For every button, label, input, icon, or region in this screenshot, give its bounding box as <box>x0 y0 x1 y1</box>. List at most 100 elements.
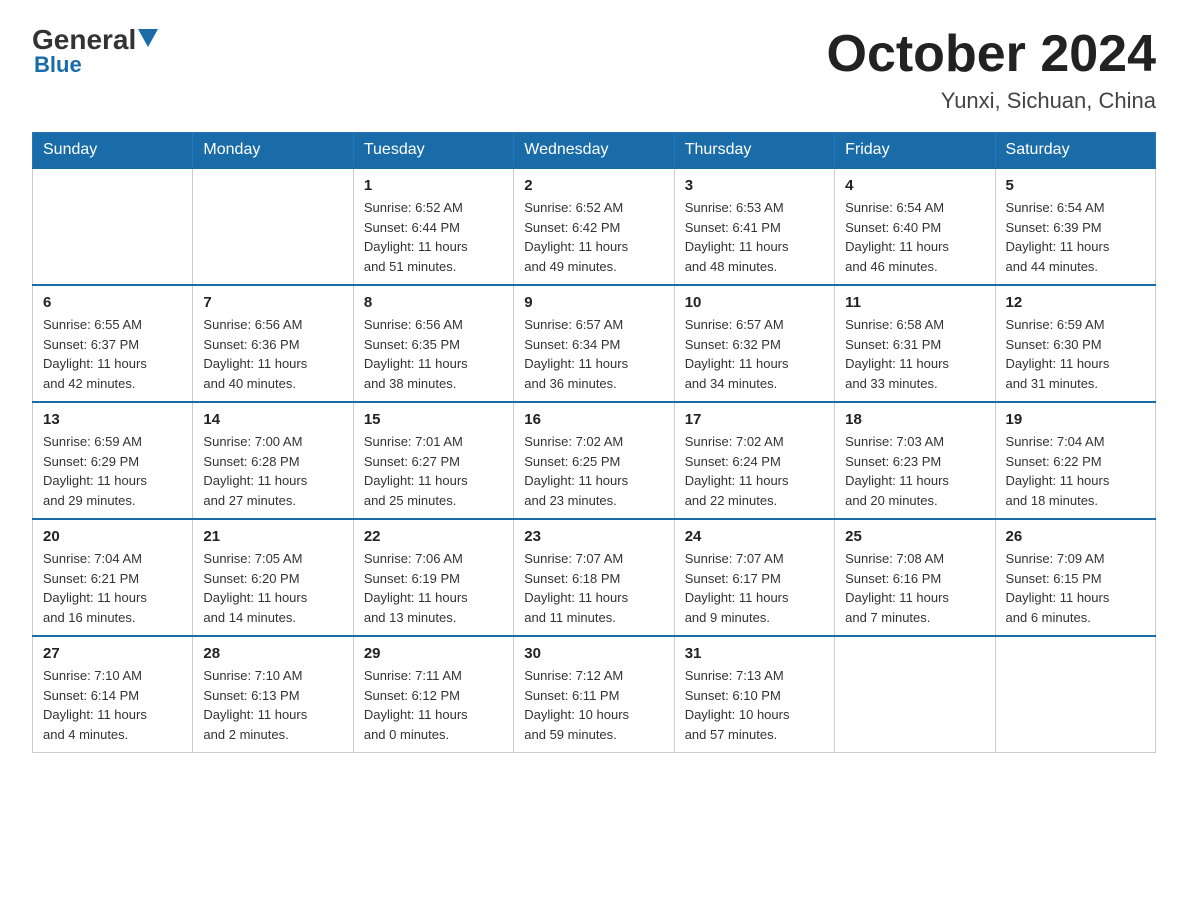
calendar-cell: 25 Sunrise: 7:08 AMSunset: 6:16 PMDayligh… <box>835 519 995 636</box>
calendar-cell: 31Sunrise: 7:13 AMSunset: 6:10 PMDayligh… <box>674 636 834 753</box>
calendar-cell: 29Sunrise: 7:11 AMSunset: 6:12 PMDayligh… <box>353 636 513 753</box>
calendar-cell: 11 Sunrise: 6:58 AMSunset: 6:31 PMDayligh… <box>835 285 995 402</box>
day-info: Sunrise: 7:07 AMSunset: 6:18 PMDaylight:… <box>524 549 663 627</box>
day-number: 10 <box>685 294 824 311</box>
calendar-cell: 15 Sunrise: 7:01 AMSunset: 6:27 PMDayligh… <box>353 402 513 519</box>
calendar-cell: 4 Sunrise: 6:54 AMSunset: 6:40 PMDaylight… <box>835 168 995 285</box>
day-info: Sunrise: 7:12 AMSunset: 6:11 PMDaylight:… <box>524 666 663 744</box>
day-number: 1 <box>364 177 503 194</box>
week-row-2: 6Sunrise: 6:55 AMSunset: 6:37 PMDaylight… <box>33 285 1156 402</box>
day-info: Sunrise: 6:58 AMSunset: 6:31 PMDaylight:… <box>845 315 984 393</box>
day-number: 15 <box>364 411 503 428</box>
header-day-tuesday: Tuesday <box>353 133 513 169</box>
calendar-cell: 5 Sunrise: 6:54 AMSunset: 6:39 PMDaylight… <box>995 168 1155 285</box>
day-info: Sunrise: 6:52 AMSunset: 6:44 PMDaylight:… <box>364 198 503 276</box>
day-number: 2 <box>524 177 663 194</box>
header-day-wednesday: Wednesday <box>514 133 674 169</box>
day-number: 11 <box>845 294 984 311</box>
day-info: Sunrise: 7:04 AMSunset: 6:21 PMDaylight:… <box>43 549 182 627</box>
day-info: Sunrise: 6:54 AMSunset: 6:40 PMDaylight:… <box>845 198 984 276</box>
day-number: 14 <box>203 411 342 428</box>
day-info: Sunrise: 7:10 AMSunset: 6:13 PMDaylight:… <box>203 666 342 744</box>
day-number: 12 <box>1006 294 1145 311</box>
calendar-cell: 28 Sunrise: 7:10 AMSunset: 6:13 PMDayligh… <box>193 636 353 753</box>
week-row-4: 20 Sunrise: 7:04 AMSunset: 6:21 PMDayligh… <box>33 519 1156 636</box>
calendar-cell: 19 Sunrise: 7:04 AMSunset: 6:22 PMDayligh… <box>995 402 1155 519</box>
calendar-cell: 3 Sunrise: 6:53 AMSunset: 6:41 PMDaylight… <box>674 168 834 285</box>
day-number: 20 <box>43 528 182 545</box>
day-number: 26 <box>1006 528 1145 545</box>
day-number: 24 <box>685 528 824 545</box>
day-info: Sunrise: 7:02 AMSunset: 6:24 PMDaylight:… <box>685 432 824 510</box>
day-info: Sunrise: 6:59 AMSunset: 6:30 PMDaylight:… <box>1006 315 1145 393</box>
day-info: Sunrise: 7:05 AMSunset: 6:20 PMDaylight:… <box>203 549 342 627</box>
calendar-cell <box>995 636 1155 753</box>
calendar-cell: 7 Sunrise: 6:56 AMSunset: 6:36 PMDaylight… <box>193 285 353 402</box>
calendar-cell: 13 Sunrise: 6:59 AMSunset: 6:29 PMDayligh… <box>33 402 193 519</box>
calendar-cell: 27 Sunrise: 7:10 AMSunset: 6:14 PMDayligh… <box>33 636 193 753</box>
calendar-cell: 24 Sunrise: 7:07 AMSunset: 6:17 PMDayligh… <box>674 519 834 636</box>
day-number: 25 <box>845 528 984 545</box>
day-info: Sunrise: 7:10 AMSunset: 6:14 PMDaylight:… <box>43 666 182 744</box>
day-number: 9 <box>524 294 663 311</box>
logo-blue: Blue <box>34 52 82 78</box>
calendar-subtitle: Yunxi, Sichuan, China <box>827 88 1157 114</box>
day-number: 5 <box>1006 177 1145 194</box>
day-number: 23 <box>524 528 663 545</box>
title-area: October 2024 Yunxi, Sichuan, China <box>827 24 1157 114</box>
day-number: 30 <box>524 645 663 662</box>
calendar-cell: 2Sunrise: 6:52 AMSunset: 6:42 PMDaylight… <box>514 168 674 285</box>
day-info: Sunrise: 7:02 AMSunset: 6:25 PMDaylight:… <box>524 432 663 510</box>
logo-area: General Blue <box>32 24 160 78</box>
day-info: Sunrise: 7:09 AMSunset: 6:15 PMDaylight:… <box>1006 549 1145 627</box>
header-area: General Blue October 2024 Yunxi, Sichuan… <box>32 24 1156 114</box>
day-info: Sunrise: 7:03 AMSunset: 6:23 PMDaylight:… <box>845 432 984 510</box>
calendar-cell <box>33 168 193 285</box>
day-number: 27 <box>43 645 182 662</box>
calendar-cell: 16Sunrise: 7:02 AMSunset: 6:25 PMDayligh… <box>514 402 674 519</box>
calendar-cell: 14 Sunrise: 7:00 AMSunset: 6:28 PMDayligh… <box>193 402 353 519</box>
day-info: Sunrise: 6:59 AMSunset: 6:29 PMDaylight:… <box>43 432 182 510</box>
day-number: 19 <box>1006 411 1145 428</box>
day-number: 18 <box>845 411 984 428</box>
calendar-cell: 9Sunrise: 6:57 AMSunset: 6:34 PMDaylight… <box>514 285 674 402</box>
day-info: Sunrise: 6:53 AMSunset: 6:41 PMDaylight:… <box>685 198 824 276</box>
calendar-cell: 23 Sunrise: 7:07 AMSunset: 6:18 PMDayligh… <box>514 519 674 636</box>
day-info: Sunrise: 7:08 AMSunset: 6:16 PMDaylight:… <box>845 549 984 627</box>
day-info: Sunrise: 7:06 AMSunset: 6:19 PMDaylight:… <box>364 549 503 627</box>
week-row-1: 1 Sunrise: 6:52 AMSunset: 6:44 PMDaylight… <box>33 168 1156 285</box>
calendar-cell: 10 Sunrise: 6:57 AMSunset: 6:32 PMDayligh… <box>674 285 834 402</box>
calendar-cell: 20 Sunrise: 7:04 AMSunset: 6:21 PMDayligh… <box>33 519 193 636</box>
day-info: Sunrise: 7:04 AMSunset: 6:22 PMDaylight:… <box>1006 432 1145 510</box>
week-row-5: 27 Sunrise: 7:10 AMSunset: 6:14 PMDayligh… <box>33 636 1156 753</box>
day-number: 4 <box>845 177 984 194</box>
day-number: 8 <box>364 294 503 311</box>
day-info: Sunrise: 6:56 AMSunset: 6:35 PMDaylight:… <box>364 315 503 393</box>
day-number: 31 <box>685 645 824 662</box>
day-info: Sunrise: 6:57 AMSunset: 6:32 PMDaylight:… <box>685 315 824 393</box>
day-number: 3 <box>685 177 824 194</box>
day-info: Sunrise: 7:11 AMSunset: 6:12 PMDaylight:… <box>364 666 503 744</box>
day-number: 13 <box>43 411 182 428</box>
calendar-cell: 18 Sunrise: 7:03 AMSunset: 6:23 PMDayligh… <box>835 402 995 519</box>
header-day-saturday: Saturday <box>995 133 1155 169</box>
day-info: Sunrise: 7:07 AMSunset: 6:17 PMDaylight:… <box>685 549 824 627</box>
calendar-table: SundayMondayTuesdayWednesdayThursdayFrid… <box>32 132 1156 753</box>
day-number: 17 <box>685 411 824 428</box>
day-info: Sunrise: 6:56 AMSunset: 6:36 PMDaylight:… <box>203 315 342 393</box>
day-number: 7 <box>203 294 342 311</box>
calendar-title: October 2024 <box>827 24 1157 84</box>
logo-triangle-icon <box>138 29 158 47</box>
week-row-3: 13 Sunrise: 6:59 AMSunset: 6:29 PMDayligh… <box>33 402 1156 519</box>
header-row: SundayMondayTuesdayWednesdayThursdayFrid… <box>33 133 1156 169</box>
calendar-cell: 22Sunrise: 7:06 AMSunset: 6:19 PMDayligh… <box>353 519 513 636</box>
calendar-cell: 26 Sunrise: 7:09 AMSunset: 6:15 PMDayligh… <box>995 519 1155 636</box>
day-number: 28 <box>203 645 342 662</box>
calendar-cell <box>193 168 353 285</box>
day-info: Sunrise: 7:00 AMSunset: 6:28 PMDaylight:… <box>203 432 342 510</box>
day-info: Sunrise: 7:01 AMSunset: 6:27 PMDaylight:… <box>364 432 503 510</box>
calendar-cell: 30 Sunrise: 7:12 AMSunset: 6:11 PMDayligh… <box>514 636 674 753</box>
calendar-cell: 6Sunrise: 6:55 AMSunset: 6:37 PMDaylight… <box>33 285 193 402</box>
calendar-cell: 8 Sunrise: 6:56 AMSunset: 6:35 PMDaylight… <box>353 285 513 402</box>
day-info: Sunrise: 6:54 AMSunset: 6:39 PMDaylight:… <box>1006 198 1145 276</box>
